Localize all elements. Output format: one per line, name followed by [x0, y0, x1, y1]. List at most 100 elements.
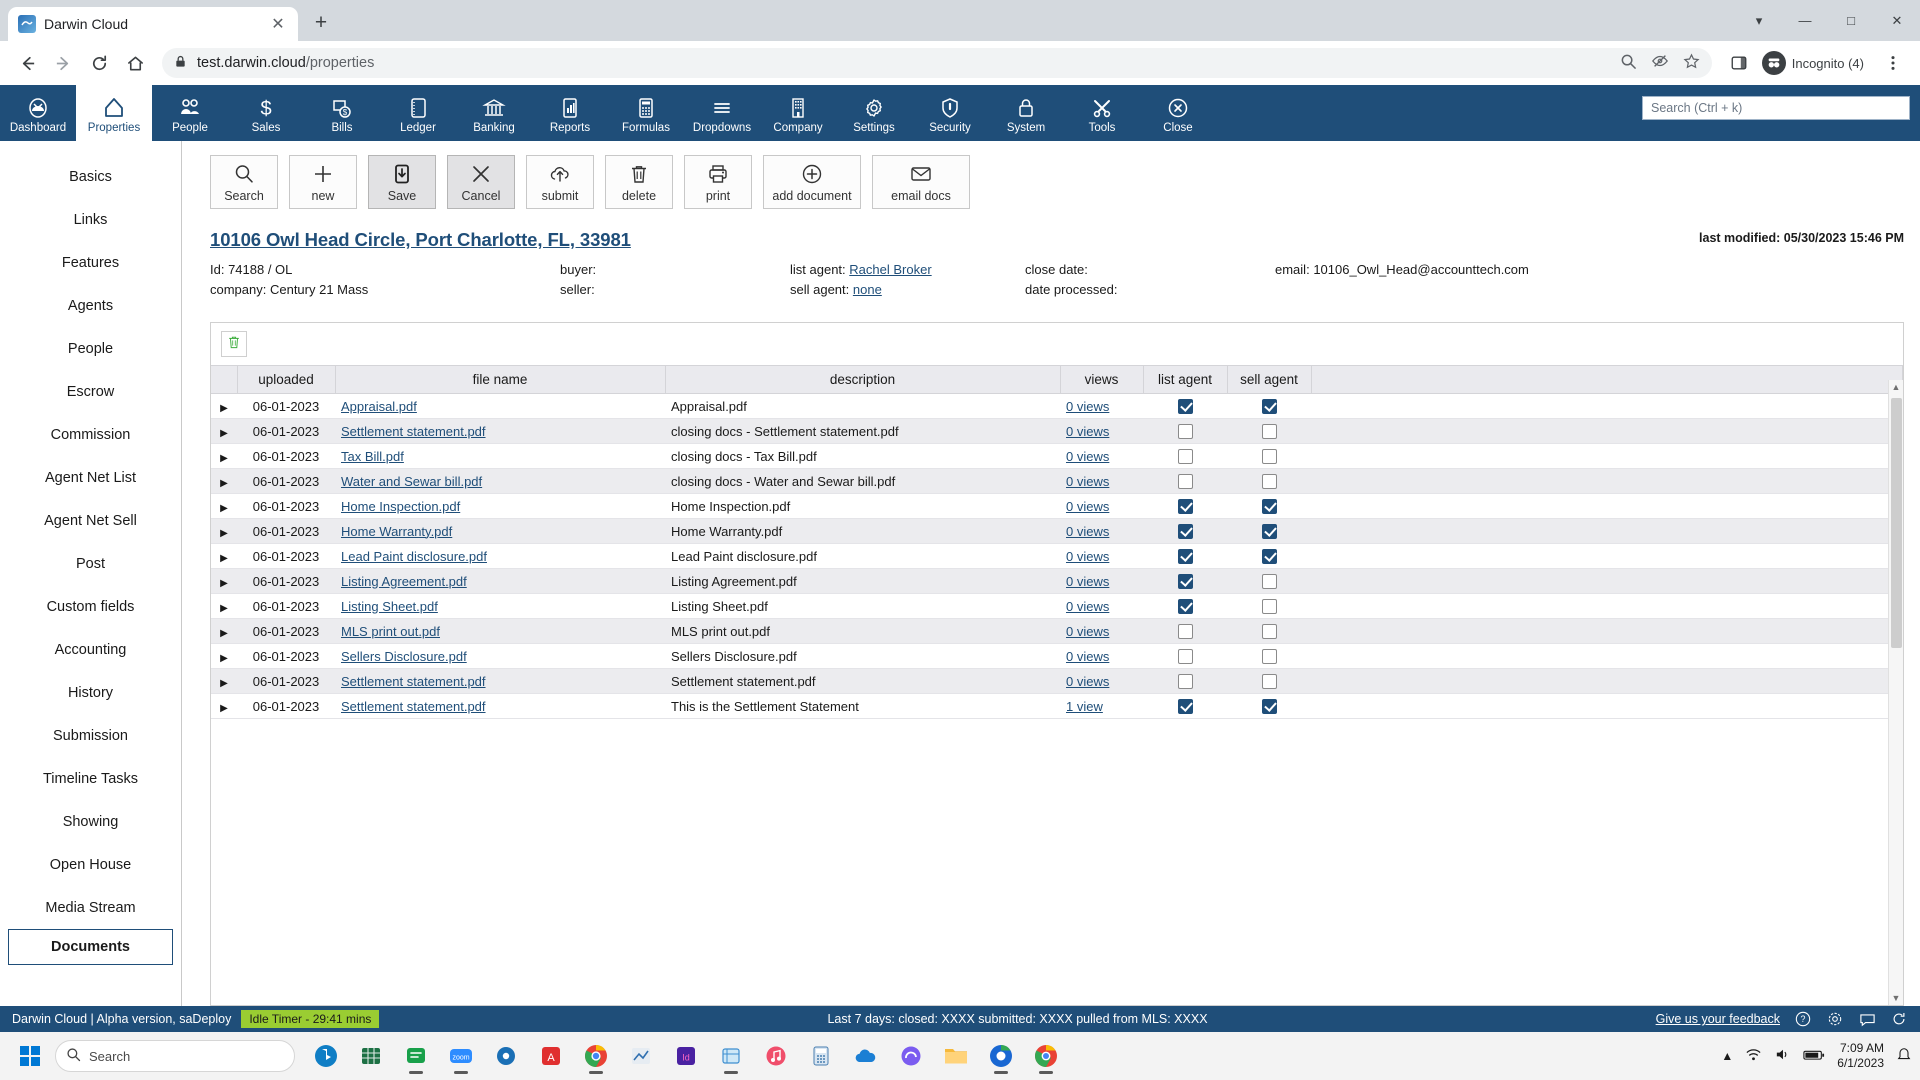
row-expand-toggle[interactable]: ▶	[211, 618, 237, 644]
col-header-file-name[interactable]: file name	[335, 365, 666, 394]
file-name-link[interactable]: Settlement statement.pdf	[341, 674, 486, 689]
battery-icon[interactable]	[1803, 1048, 1825, 1065]
nav-item-security[interactable]: Security	[912, 85, 988, 141]
delete-selected-button[interactable]	[221, 331, 247, 357]
sidebar-item-custom-fields[interactable]: Custom fields	[0, 585, 181, 628]
nav-item-ledger[interactable]: Ledger	[380, 85, 456, 141]
table-row[interactable]: ▶ 06-01-2023 Settlement statement.pdf This …	[211, 693, 1903, 719]
scroll-down-arrow-icon[interactable]: ▼	[1892, 993, 1901, 1003]
taskbar-app-edge-copilot-icon[interactable]	[891, 1036, 931, 1076]
property-address-link[interactable]: 10106 Owl Head Circle, Port Charlotte, F…	[210, 229, 631, 251]
scrollbar-thumb[interactable]	[1891, 398, 1902, 648]
taskbar-app-messaging-icon[interactable]	[396, 1036, 436, 1076]
cell-sell-agent[interactable]	[1227, 643, 1311, 669]
cell-list-agent[interactable]	[1143, 518, 1227, 544]
views-link[interactable]: 0 views	[1066, 449, 1109, 464]
row-expand-toggle[interactable]: ▶	[211, 443, 237, 469]
eye-slash-icon[interactable]	[1651, 52, 1669, 74]
notification-center-icon[interactable]	[1896, 1047, 1912, 1066]
cell-list-agent[interactable]	[1143, 668, 1227, 694]
sell-agent-checkbox[interactable]	[1261, 499, 1277, 515]
cell-file-name[interactable]: Settlement statement.pdf	[335, 668, 665, 694]
taskbar-app-bing-icon[interactable]	[306, 1036, 346, 1076]
sidebar-item-agent-net-sell[interactable]: Agent Net Sell	[0, 499, 181, 542]
sell-agent-checkbox[interactable]	[1261, 474, 1277, 490]
taskbar-app-onedrive-icon[interactable]	[846, 1036, 886, 1076]
cell-file-name[interactable]: Appraisal.pdf	[335, 393, 665, 419]
row-expand-toggle[interactable]: ▶	[211, 418, 237, 444]
sidebar-item-commission[interactable]: Commission	[0, 413, 181, 456]
window-close-icon[interactable]: ✕	[1874, 0, 1920, 41]
chevron-right-icon[interactable]: ▶	[220, 703, 228, 714]
list-agent-checkbox[interactable]	[1177, 474, 1193, 490]
table-row[interactable]: ▶ 06-01-2023 Tax Bill.pdf closing docs - Ta…	[211, 443, 1903, 469]
taskbar-app-chrome-icon[interactable]	[576, 1036, 616, 1076]
row-expand-toggle[interactable]: ▶	[211, 393, 237, 419]
nav-item-company[interactable]: Company	[760, 85, 836, 141]
table-row[interactable]: ▶ 06-01-2023 Listing Sheet.pdf Listing Shee…	[211, 593, 1903, 619]
cell-views[interactable]: 0 views	[1060, 593, 1143, 619]
sidebar-item-agents[interactable]: Agents	[0, 284, 181, 327]
views-link[interactable]: 1 view	[1066, 699, 1103, 714]
sidebar-item-escrow[interactable]: Escrow	[0, 370, 181, 413]
col-header-uploaded[interactable]: uploaded	[237, 365, 336, 394]
help-circle-icon[interactable]: ?	[1794, 1010, 1812, 1028]
star-icon[interactable]	[1683, 52, 1700, 74]
taskbar-app-acrobat-icon[interactable]: A	[531, 1036, 571, 1076]
sell-agent-checkbox[interactable]	[1261, 399, 1277, 415]
window-tabsearch-icon[interactable]: ▾	[1736, 0, 1782, 41]
cell-file-name[interactable]: Listing Agreement.pdf	[335, 568, 665, 594]
chevron-right-icon[interactable]: ▶	[220, 603, 228, 614]
row-expand-toggle[interactable]: ▶	[211, 493, 237, 519]
nav-item-properties[interactable]: Properties	[76, 85, 152, 141]
refresh-icon[interactable]	[1890, 1010, 1908, 1028]
list-agent-checkbox[interactable]	[1177, 499, 1193, 515]
views-link[interactable]: 0 views	[1066, 599, 1109, 614]
cell-file-name[interactable]: Settlement statement.pdf	[335, 418, 665, 444]
taskbar-clock[interactable]: 7:09 AM 6/1/2023	[1837, 1041, 1884, 1071]
file-name-link[interactable]: Appraisal.pdf	[341, 399, 417, 414]
nav-item-system[interactable]: System	[988, 85, 1064, 141]
cell-file-name[interactable]: Lead Paint disclosure.pdf	[335, 543, 665, 569]
cell-list-agent[interactable]	[1143, 693, 1227, 719]
cell-views[interactable]: 0 views	[1060, 418, 1143, 444]
taskbar-app-excel-icon[interactable]	[351, 1036, 391, 1076]
nav-item-tools[interactable]: Tools	[1064, 85, 1140, 141]
cell-sell-agent[interactable]	[1227, 393, 1311, 419]
sidebar-item-media-stream[interactable]: Media Stream	[0, 886, 181, 929]
views-link[interactable]: 0 views	[1066, 424, 1109, 439]
taskbar-app-zoom-icon[interactable]: zoom	[441, 1036, 481, 1076]
list-agent-checkbox[interactable]	[1177, 624, 1193, 640]
sidebar-item-features[interactable]: Features	[0, 241, 181, 284]
address-bar[interactable]: test.darwin.cloud/properties	[162, 48, 1712, 78]
taskbar-app-chrome-canary-icon[interactable]	[1026, 1036, 1066, 1076]
file-name-link[interactable]: Sellers Disclosure.pdf	[341, 649, 467, 664]
chevron-right-icon[interactable]: ▶	[220, 678, 228, 689]
add-document-button[interactable]: add document	[763, 155, 861, 209]
cell-file-name[interactable]: Home Inspection.pdf	[335, 493, 665, 519]
cell-file-name[interactable]: Listing Sheet.pdf	[335, 593, 665, 619]
cell-list-agent[interactable]	[1143, 468, 1227, 494]
views-link[interactable]: 0 views	[1066, 524, 1109, 539]
sidebar-item-agent-net-list[interactable]: Agent Net List	[0, 456, 181, 499]
col-header-list-agent[interactable]: list agent	[1143, 365, 1228, 394]
cell-file-name[interactable]: Tax Bill.pdf	[335, 443, 665, 469]
list-agent-checkbox[interactable]	[1177, 699, 1193, 715]
file-name-link[interactable]: Lead Paint disclosure.pdf	[341, 549, 487, 564]
cell-list-agent[interactable]	[1143, 618, 1227, 644]
row-expand-toggle[interactable]: ▶	[211, 668, 237, 694]
row-expand-toggle[interactable]: ▶	[211, 593, 237, 619]
table-row[interactable]: ▶ 06-01-2023 Water and Sewar bill.pdf closi…	[211, 468, 1903, 494]
table-row[interactable]: ▶ 06-01-2023 Appraisal.pdf Appraisal.pdf 0 v…	[211, 393, 1903, 419]
sell-agent-checkbox[interactable]	[1261, 599, 1277, 615]
cell-views[interactable]: 0 views	[1060, 493, 1143, 519]
submit-button[interactable]: submit	[526, 155, 594, 209]
chevron-right-icon[interactable]: ▶	[220, 653, 228, 664]
search-zoom-icon[interactable]	[1620, 53, 1637, 74]
chevron-right-icon[interactable]: ▶	[220, 578, 228, 589]
views-link[interactable]: 0 views	[1066, 474, 1109, 489]
taskbar-app-file-explorer-icon[interactable]	[936, 1036, 976, 1076]
list-agent-checkbox[interactable]	[1177, 649, 1193, 665]
cell-sell-agent[interactable]	[1227, 493, 1311, 519]
nav-item-people[interactable]: People	[152, 85, 228, 141]
